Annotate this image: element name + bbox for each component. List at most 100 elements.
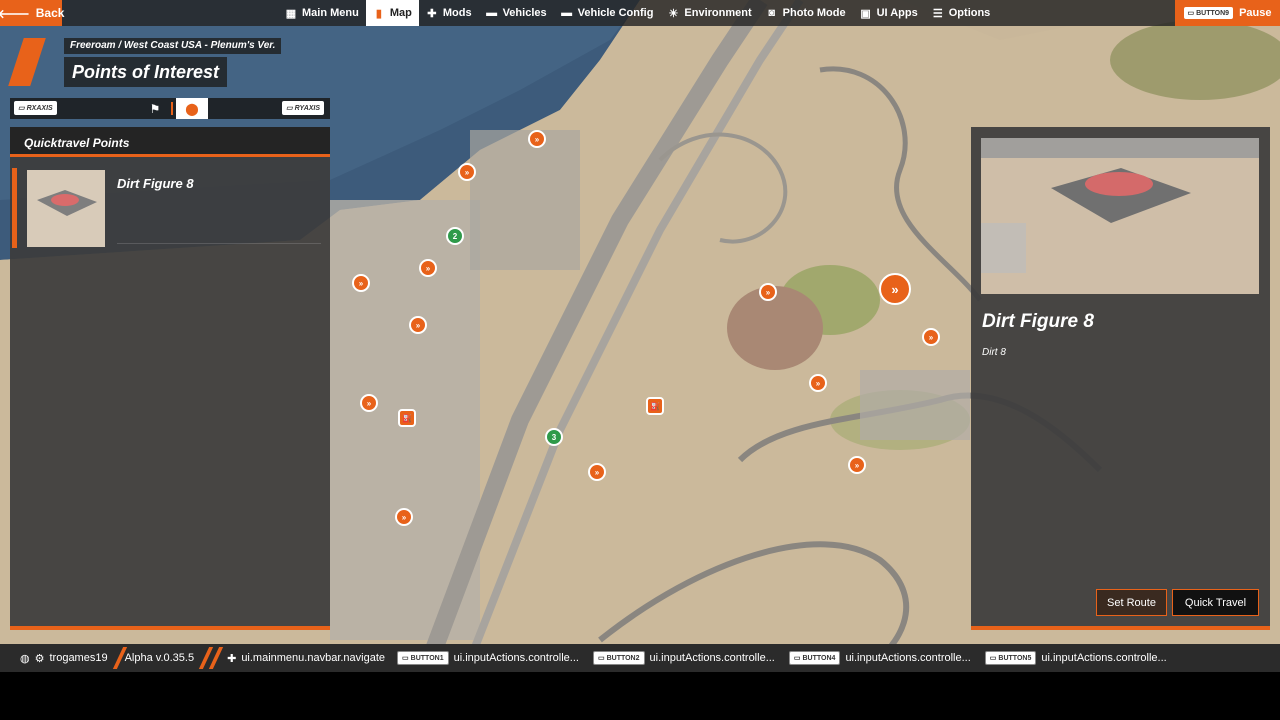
poi-marker[interactable]: » bbox=[419, 259, 437, 277]
apps-icon: ▣ bbox=[860, 7, 871, 20]
nav-options[interactable]: ☰ Options bbox=[925, 0, 998, 26]
ryaxis-badge: ▭ RYAXIS bbox=[282, 101, 325, 115]
action-hint: ▭ BUTTON2 ui.inputActions.controlle... bbox=[592, 651, 775, 665]
gamepad-icon: ▭ bbox=[1187, 10, 1195, 17]
letterbox bbox=[0, 672, 1280, 720]
nav-label: UI Apps bbox=[876, 7, 918, 19]
controller-badge: ▭ BUTTON5 bbox=[984, 651, 1037, 665]
hint-text: ui.inputActions.controlle... bbox=[453, 652, 579, 664]
car-icon: ▬ bbox=[486, 7, 498, 19]
poi-marker[interactable]: » bbox=[528, 130, 546, 148]
tab-filter[interactable]: ⚑ bbox=[140, 98, 170, 119]
top-navbar: 🡐 Back ▦ Main Menu ▮ Map ✚ Mods ▬ Vehicles ▬… bbox=[0, 0, 1280, 26]
username: trogames19 bbox=[49, 652, 108, 664]
nav-vehicles[interactable]: ▬ Vehicles bbox=[479, 0, 554, 26]
fuel-station-marker[interactable]: ⛽ bbox=[646, 397, 664, 415]
hint-text: ui.inputActions.controlle... bbox=[1041, 652, 1167, 664]
tab-points-of-interest[interactable]: ⬤ bbox=[176, 98, 208, 119]
nav-photo-mode[interactable]: ◙ Photo Mode bbox=[759, 0, 853, 26]
user-info[interactable]: ◍ ⚙ trogames19 bbox=[20, 652, 108, 665]
fuel-pump-icon: ⛽ bbox=[650, 401, 660, 411]
nav-mods[interactable]: ✚ Mods bbox=[419, 0, 479, 26]
camera-icon: ◙ bbox=[768, 7, 775, 19]
sliders-icon: ☰ bbox=[932, 7, 943, 20]
badge-label: RXAXIS bbox=[26, 104, 53, 112]
rxaxis-badge: ▭ RXAXIS bbox=[14, 101, 57, 115]
breadcrumb: Freeroam / West Coast USA - Plenum's Ver… bbox=[64, 38, 282, 54]
list-item-label: Dirt Figure 8 bbox=[117, 176, 194, 191]
tab-selector: ▭ RXAXIS ⚑ ⬤ ▭ RYAXIS bbox=[10, 98, 330, 119]
divider bbox=[117, 243, 321, 244]
poi-marker[interactable]: » bbox=[409, 316, 427, 334]
badge-label: BUTTON5 bbox=[998, 654, 1032, 662]
app-root: » » 2 » » » » » » » » ⛽ ⛽ 3 » » » 🡐 Back… bbox=[0, 0, 1280, 720]
badge-label: RYAXIS bbox=[294, 104, 321, 112]
gamepad-icon: ▭ bbox=[402, 655, 409, 662]
pause-button[interactable]: ▭ BUTTON9 Pause bbox=[1175, 0, 1280, 26]
dpad-icon: ✚ bbox=[227, 652, 237, 665]
action-hint: ▭ BUTTON1 ui.inputActions.controlle... bbox=[397, 651, 579, 665]
poi-preview-image bbox=[981, 138, 1259, 294]
back-button[interactable]: 🡐 Back bbox=[0, 0, 65, 26]
nav-label: Environment bbox=[684, 7, 752, 19]
poi-marker[interactable]: » bbox=[360, 394, 378, 412]
poi-description: Dirt 8 bbox=[982, 347, 1006, 358]
gamepad-icon: ▭ bbox=[286, 105, 293, 112]
set-route-button[interactable]: Set Route bbox=[1096, 589, 1167, 616]
poi-marker[interactable]: » bbox=[395, 508, 413, 526]
poi-marker[interactable]: » bbox=[759, 283, 777, 301]
controller-badge: ▭ BUTTON4 bbox=[788, 651, 841, 665]
globe-icon: ◍ bbox=[20, 652, 30, 665]
nav-main-menu[interactable]: ▦ Main Menu bbox=[278, 0, 366, 26]
badge-label: BUTTON1 bbox=[410, 654, 444, 662]
controller-badge: ▭ BUTTON1 bbox=[397, 651, 449, 665]
gamepad-icon: ▭ bbox=[989, 655, 997, 662]
location-pin-icon: ⬤ bbox=[185, 101, 199, 116]
page-title: Points of Interest bbox=[64, 57, 228, 87]
poi-marker-selected[interactable]: » bbox=[879, 273, 911, 305]
navigate-hint: ✚ ui.mainmenu.navbar.navigate bbox=[227, 652, 385, 665]
nav-label: Photo Mode bbox=[782, 7, 846, 19]
tab-separator bbox=[171, 102, 173, 115]
badge-label: BUTTON4 bbox=[802, 654, 836, 662]
quicktravel-panel: Quicktravel Points Dirt Figure 8 bbox=[10, 127, 330, 630]
spawn-marker-3[interactable]: 3 bbox=[545, 428, 563, 446]
poi-marker[interactable]: » bbox=[922, 328, 940, 346]
hint-text: ui.inputActions.controlle... bbox=[649, 652, 775, 664]
nav-environment[interactable]: ☀ Environment bbox=[660, 0, 758, 26]
controller-badge: ▭ BUTTON9 bbox=[1183, 7, 1234, 19]
badge-label: BUTTON9 bbox=[1196, 9, 1230, 17]
version-text: Alpha v.0.35.5 bbox=[124, 652, 195, 664]
poi-marker[interactable]: » bbox=[809, 374, 827, 392]
car-config-icon: ▬ bbox=[561, 7, 573, 19]
hint-text: ui.mainmenu.navbar.navigate bbox=[241, 652, 386, 664]
map-icon: ▮ bbox=[375, 7, 382, 20]
poi-marker[interactable]: » bbox=[352, 274, 370, 292]
action-hint: ▭ BUTTON4 ui.inputActions.controlle... bbox=[788, 651, 971, 665]
poi-marker[interactable]: » bbox=[588, 463, 606, 481]
poi-marker[interactable]: » bbox=[458, 163, 476, 181]
panel-title: Quicktravel Points bbox=[10, 127, 330, 157]
puzzle-icon: ✚ bbox=[427, 7, 437, 20]
gamepad-icon: ▭ bbox=[18, 105, 25, 112]
hint-text: ui.inputActions.controlle... bbox=[845, 652, 971, 664]
sun-icon: ☀ bbox=[668, 7, 679, 20]
fuel-station-marker[interactable]: ⛽ bbox=[398, 409, 416, 427]
main-nav: ▦ Main Menu ▮ Map ✚ Mods ▬ Vehicles ▬ Vehicle… bbox=[278, 0, 997, 26]
quick-travel-button[interactable]: Quick Travel bbox=[1172, 589, 1259, 616]
poi-title: Dirt Figure 8 bbox=[982, 311, 1094, 332]
nav-label: Vehicles bbox=[502, 7, 547, 19]
fuel-pump-icon: ⛽ bbox=[402, 413, 412, 423]
nav-vehicle-config[interactable]: ▬ Vehicle Config bbox=[554, 0, 661, 26]
back-label: Back bbox=[35, 6, 65, 20]
gamepad-icon: ▭ bbox=[793, 655, 801, 662]
list-item[interactable]: Dirt Figure 8 bbox=[12, 168, 321, 248]
nav-ui-apps[interactable]: ▣ UI Apps bbox=[853, 0, 925, 26]
filter-icon: ⚑ bbox=[149, 101, 161, 116]
arrow-left-icon: 🡐 bbox=[0, 6, 30, 21]
poi-marker[interactable]: » bbox=[848, 456, 866, 474]
spawn-marker-2[interactable]: 2 bbox=[446, 227, 464, 245]
nav-label: Options bbox=[948, 7, 991, 19]
nav-map[interactable]: ▮ Map bbox=[365, 0, 419, 26]
pause-label: Pause bbox=[1239, 7, 1272, 19]
